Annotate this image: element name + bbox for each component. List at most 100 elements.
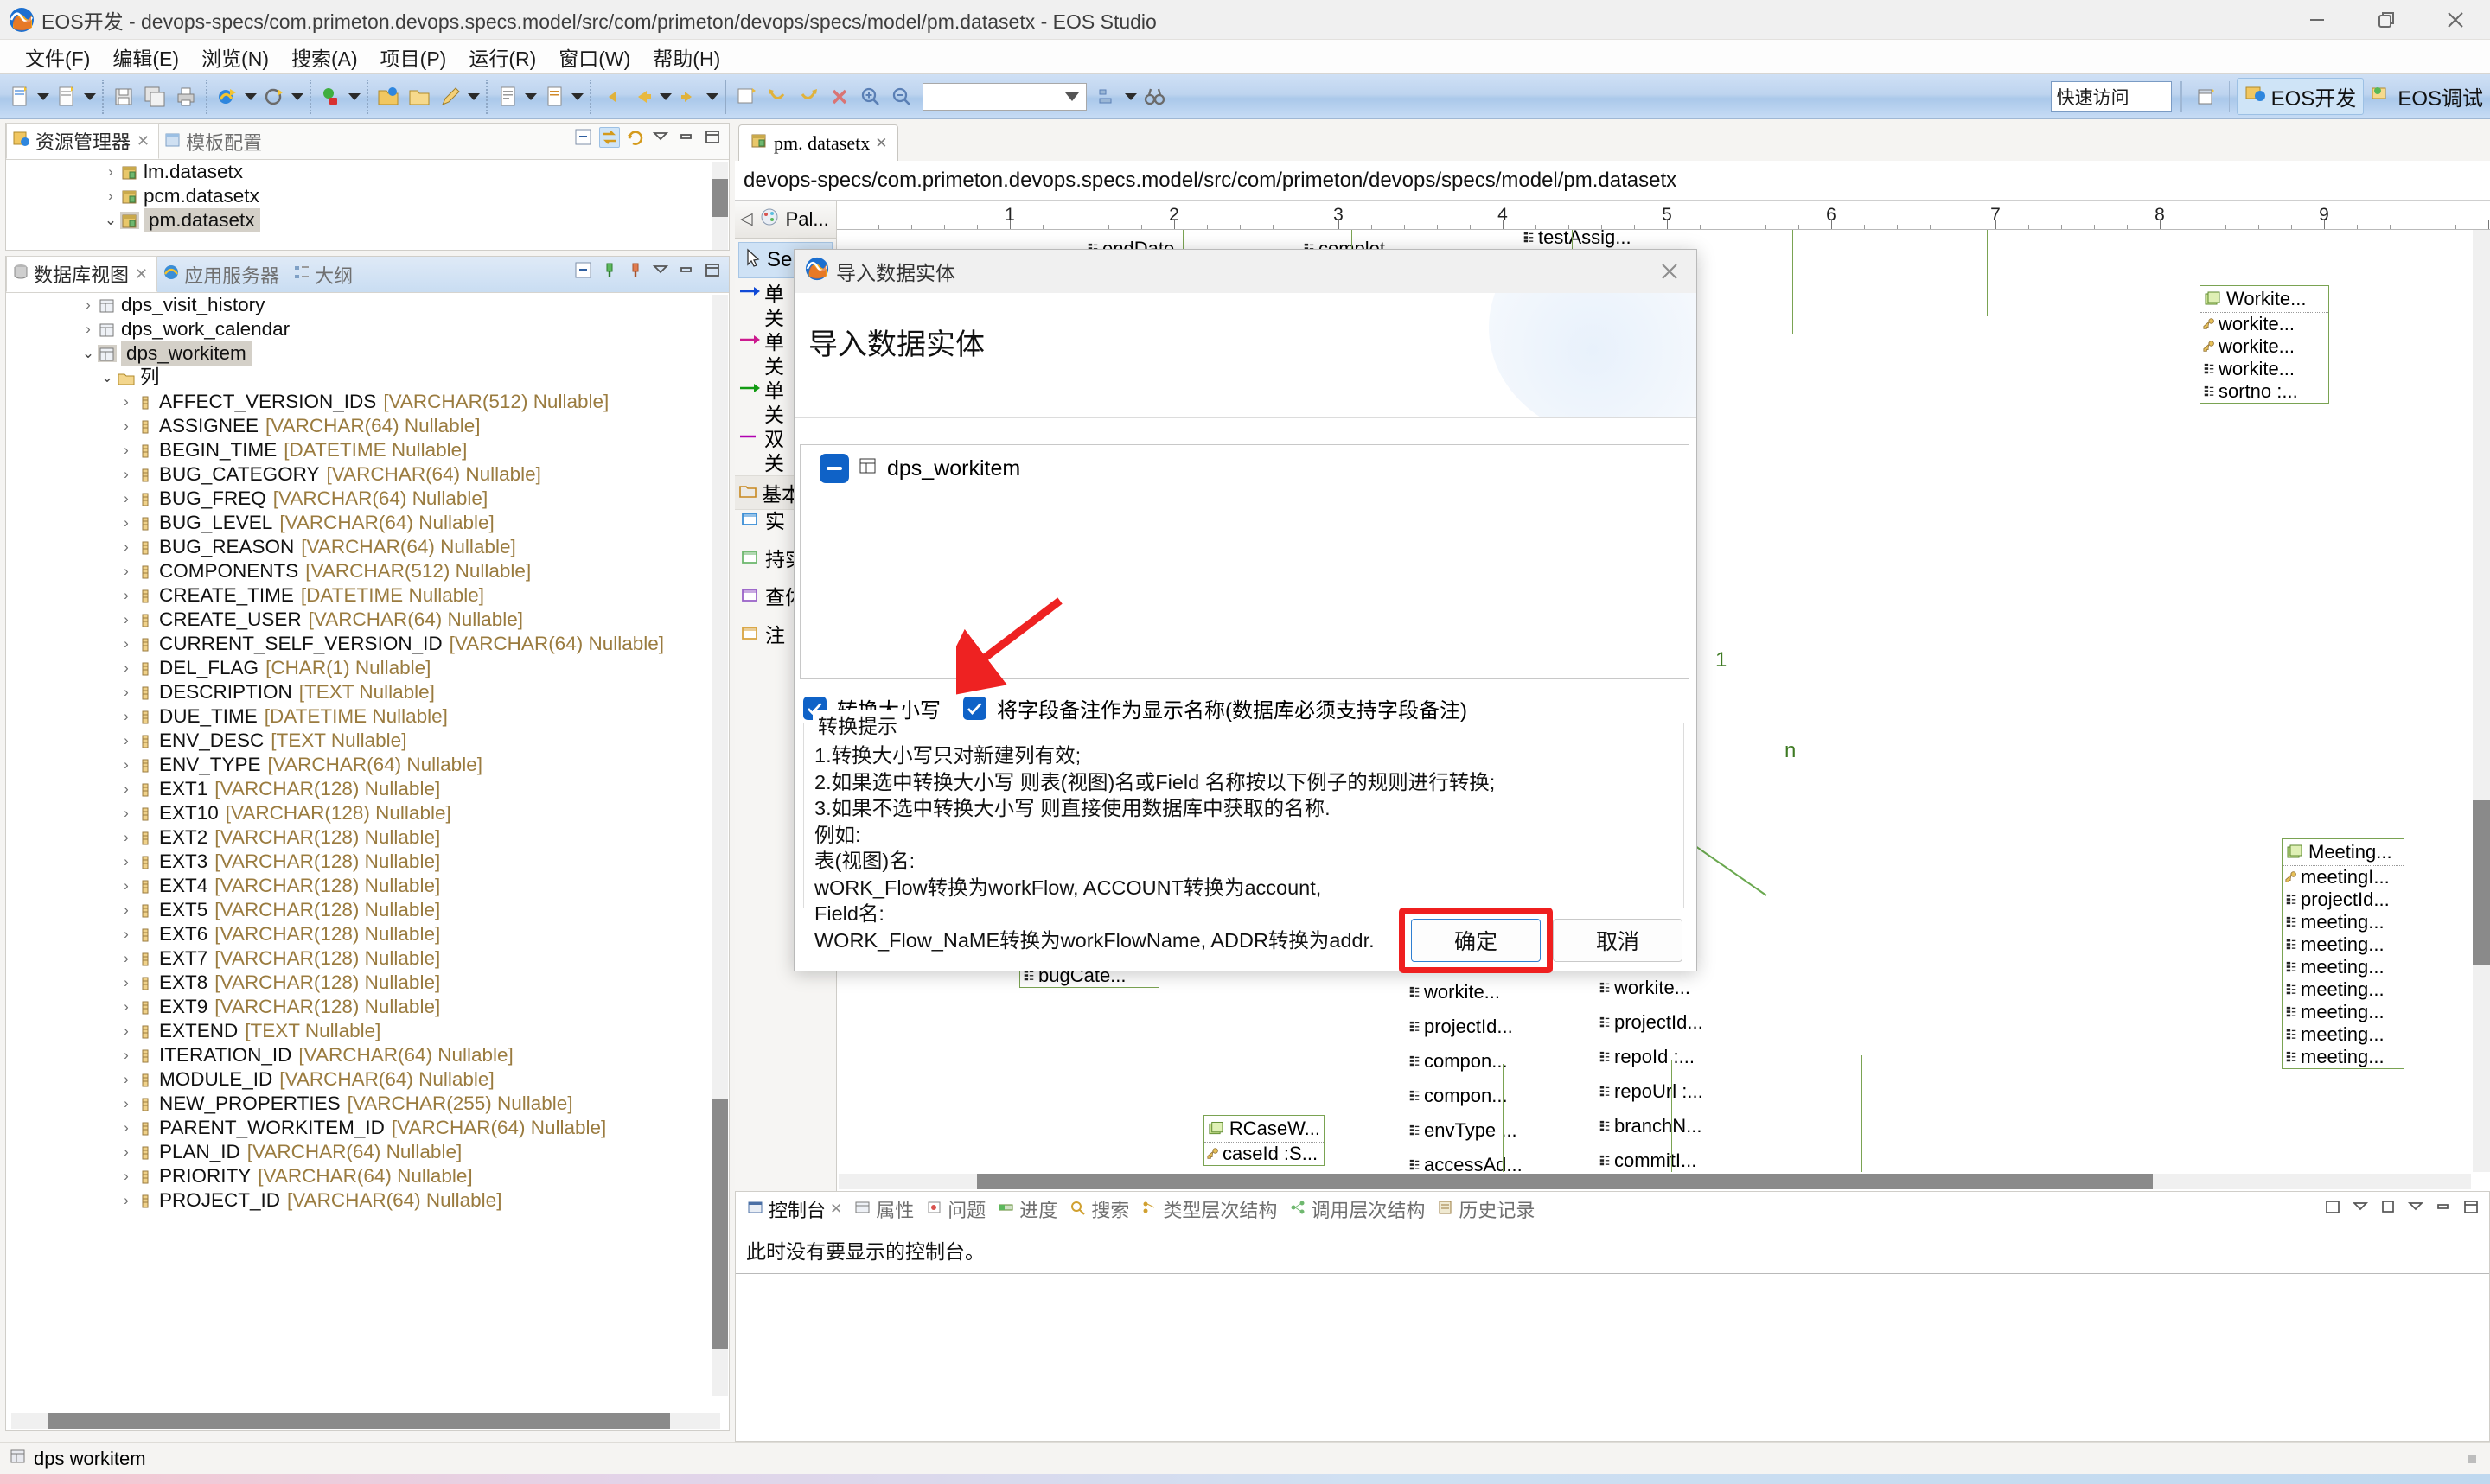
tree-item[interactable]: › BUG_CATEGORY [VARCHAR(64) Nullable] — [6, 462, 729, 487]
tree-item[interactable]: › ENV_DESC [TEXT Nullable] — [6, 729, 729, 753]
expand-arrow-icon[interactable]: › — [101, 160, 120, 184]
tree-item[interactable]: › EXT9 [VARCHAR(128) Nullable] — [6, 995, 729, 1019]
expand-arrow-icon[interactable]: › — [117, 825, 136, 850]
menu-project[interactable]: 项目(P) — [369, 41, 458, 73]
expand-arrow-icon[interactable]: › — [117, 656, 136, 680]
menu-run[interactable]: 运行(R) — [457, 41, 547, 73]
cancel-button[interactable]: 取消 — [1553, 919, 1682, 962]
entity-box[interactable]: Workite... workite... workite... workite...… — [2200, 285, 2329, 404]
editor-tab-pm-datasetx[interactable]: pm. datasetx ✕ — [738, 124, 899, 161]
open-perspective-icon[interactable] — [2193, 84, 2219, 110]
expand-arrow-icon[interactable]: › — [117, 559, 136, 583]
expand-arrow-icon[interactable]: › — [117, 608, 136, 632]
expand-arrow-icon[interactable]: › — [117, 390, 136, 414]
console-tab-7[interactable]: 历史记录 — [1433, 1194, 1539, 1225]
delete-icon[interactable] — [827, 84, 852, 110]
console-tab-6[interactable]: 调用层次结构 — [1285, 1194, 1429, 1225]
build-icon[interactable] — [261, 84, 287, 110]
report-dropdown-icon[interactable] — [570, 84, 585, 110]
tree-item[interactable]: › EXT7 [VARCHAR(128) Nullable] — [6, 946, 729, 971]
print-icon[interactable] — [173, 84, 199, 110]
expand-arrow-icon[interactable]: › — [117, 1140, 136, 1164]
collapse-all-icon[interactable] — [573, 127, 594, 148]
tree-item[interactable]: › ASSIGNEE [VARCHAR(64) Nullable] — [6, 414, 729, 438]
dialog-entity-tree[interactable]: dps_workitem — [800, 444, 1689, 700]
minimize-button[interactable] — [2282, 0, 2352, 40]
disconnect-icon[interactable] — [625, 260, 646, 281]
view-menu-icon[interactable] — [2351, 1197, 2372, 1218]
scrollbar-thumb[interactable] — [712, 1099, 728, 1349]
tree-item[interactable]: › ENV_TYPE [VARCHAR(64) Nullable] — [6, 753, 729, 777]
link-with-editor-icon[interactable] — [599, 127, 620, 148]
back-small-icon[interactable] — [598, 84, 624, 110]
tree-item[interactable]: › dps_work_calendar — [6, 317, 729, 341]
scrollbar-thumb[interactable] — [977, 1174, 2153, 1189]
resource-dropdown-icon[interactable] — [466, 84, 482, 110]
resource-explorer-vscrollbar[interactable] — [712, 162, 728, 250]
expand-arrow-icon[interactable]: › — [117, 1164, 136, 1188]
menu-search[interactable]: 搜索(A) — [280, 41, 369, 73]
expand-arrow-icon[interactable]: › — [117, 995, 136, 1019]
expand-arrow-icon[interactable]: ⌄ — [98, 366, 117, 390]
expand-arrow-icon[interactable]: › — [117, 462, 136, 487]
debug-icon[interactable] — [318, 84, 344, 110]
view-menu-icon[interactable] — [651, 260, 672, 281]
expand-arrow-icon[interactable]: › — [117, 511, 136, 535]
tab-template-config[interactable]: 模板配置 — [159, 124, 271, 159]
console-tab-3[interactable]: 进度 — [993, 1194, 1062, 1225]
tree-item[interactable]: › CREATE_TIME [DATETIME Nullable] — [6, 583, 729, 608]
expand-arrow-icon[interactable]: › — [117, 1092, 136, 1116]
collapse-all-icon[interactable] — [573, 260, 594, 281]
console-tab-2[interactable]: 问题 — [922, 1194, 990, 1225]
expand-arrow-icon[interactable]: › — [79, 293, 98, 317]
perspective-eos-dev[interactable]: EOS开发 — [2236, 78, 2365, 115]
view-menu-icon[interactable] — [651, 127, 672, 148]
tree-item[interactable]: › PARENT_WORKITEM_ID [VARCHAR(64) Nullable… — [6, 1116, 729, 1140]
expand-arrow-icon[interactable]: › — [117, 850, 136, 874]
diagram-icon[interactable] — [733, 84, 759, 110]
restore-button[interactable] — [2352, 0, 2421, 40]
tree-item[interactable]: › DUE_TIME [DATETIME Nullable] — [6, 704, 729, 729]
collapse-arrow-icon[interactable]: ⌄ — [101, 208, 120, 232]
tab-app-server[interactable]: 应用服务器 — [157, 258, 288, 292]
ok-button[interactable]: 确定 — [1411, 919, 1541, 962]
expand-arrow-icon[interactable]: › — [117, 1043, 136, 1067]
expand-arrow-icon[interactable]: › — [117, 1116, 136, 1140]
expand-arrow-icon[interactable]: › — [117, 753, 136, 777]
expand-arrow-icon[interactable]: › — [117, 704, 136, 729]
refresh-icon[interactable] — [625, 127, 646, 148]
expand-arrow-icon[interactable]: › — [117, 583, 136, 608]
expand-arrow-icon[interactable]: › — [117, 414, 136, 438]
build-dropdown-icon[interactable] — [290, 84, 305, 110]
collapse-minus-icon[interactable] — [820, 454, 849, 483]
maximize-view-icon[interactable] — [2461, 1197, 2482, 1218]
tree-item-lm-datasetx[interactable]: › lm.datasetx — [6, 160, 729, 184]
forward-icon[interactable] — [676, 84, 702, 110]
palette-collapse-icon[interactable]: ◁ — [740, 209, 753, 229]
expand-arrow-icon[interactable]: › — [101, 184, 120, 208]
forward-dropdown-icon[interactable] — [705, 84, 720, 110]
tree-item[interactable]: › ITERATION_ID [VARCHAR(64) Nullable] — [6, 1043, 729, 1067]
tree-item[interactable]: › BUG_FREQ [VARCHAR(64) Nullable] — [6, 487, 729, 511]
tree-item[interactable]: › EXT8 [VARCHAR(128) Nullable] — [6, 971, 729, 995]
tab-outline[interactable]: 大纲 — [288, 258, 361, 292]
save-all-icon[interactable] — [142, 84, 168, 110]
tree-item[interactable]: ⌄ 列 — [6, 366, 729, 390]
dialog-tree-item-dps-workitem[interactable]: dps_workitem — [801, 445, 1689, 483]
back-icon[interactable] — [629, 84, 655, 110]
tree-item[interactable]: › dps_visit_history — [6, 293, 729, 317]
new-wizard-icon[interactable] — [54, 84, 80, 110]
expand-arrow-icon[interactable]: › — [117, 487, 136, 511]
tree-item[interactable]: › DESCRIPTION [TEXT Nullable] — [6, 680, 729, 704]
console-restore-icon[interactable] — [2323, 1197, 2344, 1218]
minimize-view-icon[interactable] — [677, 260, 698, 281]
document-dropdown-icon[interactable] — [523, 84, 539, 110]
console-tab-4[interactable]: 搜索 — [1065, 1194, 1133, 1225]
expand-arrow-icon[interactable]: › — [117, 535, 136, 559]
tree-item[interactable]: ⌄ dps_workitem — [6, 341, 729, 366]
database-hscrollbar[interactable] — [11, 1413, 720, 1429]
binoculars-icon[interactable] — [1141, 84, 1167, 110]
expand-arrow-icon[interactable]: › — [117, 946, 136, 971]
tree-item[interactable]: › BUG_LEVEL [VARCHAR(64) Nullable] — [6, 511, 729, 535]
scrollbar-thumb[interactable] — [712, 179, 728, 217]
